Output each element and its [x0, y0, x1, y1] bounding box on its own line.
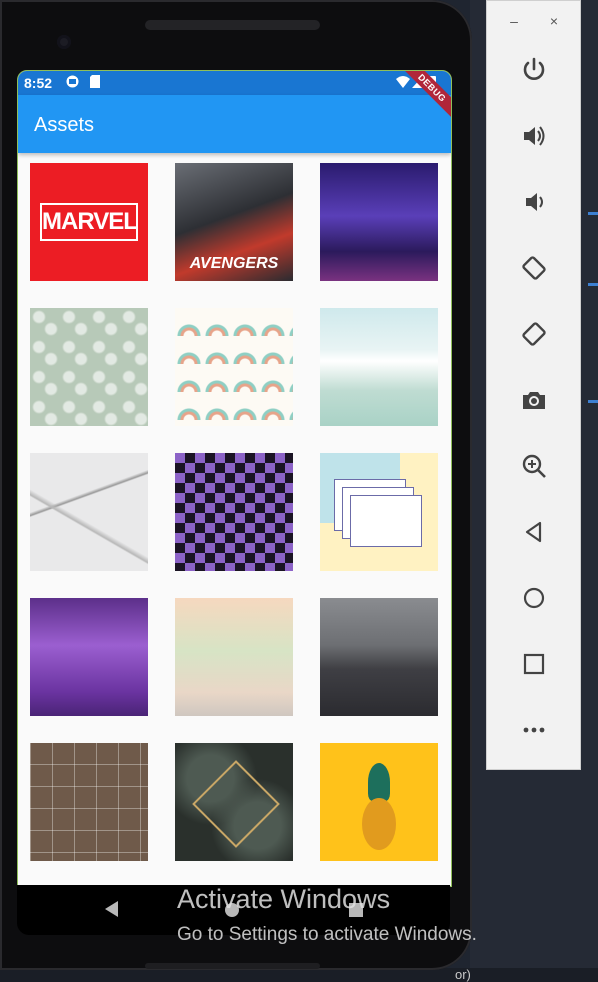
activate-windows-title: Activate Windows — [177, 884, 391, 914]
pineapple-leaves — [368, 763, 390, 801]
status-bar: 8:52 — [18, 71, 451, 95]
pineapple-fruit — [362, 798, 396, 850]
minimize-button[interactable]: – — [499, 6, 529, 36]
grid-image-pineapple[interactable] — [320, 743, 438, 861]
emulator-control-panel: – × — [486, 0, 581, 770]
grid-image-marvel[interactable]: MARVEL — [30, 163, 148, 281]
marvel-logo-text: MARVEL — [40, 203, 138, 241]
grid-image-gold-frame[interactable] — [175, 743, 293, 861]
ide-marker — [588, 283, 598, 286]
notification-icon — [66, 75, 79, 88]
sd-card-icon — [89, 75, 101, 88]
grid-image-leaf-pattern[interactable] — [30, 308, 148, 426]
grid-image-rainbow-pattern[interactable] — [175, 308, 293, 426]
app-bar: Assets — [18, 95, 451, 153]
grid-image-city-skyline[interactable] — [320, 308, 438, 426]
avengers-logo-text: AVENGERS — [189, 255, 279, 272]
page-title: Assets — [34, 114, 95, 136]
volume-up-icon[interactable] — [517, 119, 551, 153]
ide-status-bar — [0, 968, 598, 982]
grid-image-jungle-mural[interactable] — [175, 598, 293, 716]
phone-bottom-speaker — [145, 963, 320, 969]
overview-icon[interactable] — [517, 647, 551, 681]
camera-icon[interactable] — [517, 383, 551, 417]
ide-marker — [588, 400, 598, 403]
phone-speaker — [145, 20, 320, 30]
power-icon[interactable] — [517, 53, 551, 87]
rotate-right-icon[interactable] — [517, 317, 551, 351]
ide-marker — [588, 212, 598, 215]
home-icon[interactable] — [517, 581, 551, 615]
close-button[interactable]: × — [539, 6, 569, 36]
rotate-left-icon[interactable] — [517, 251, 551, 285]
status-time: 8:52 — [24, 75, 53, 91]
device-screen: 8:52 Assets DEBUG MARVEL AVENGERS — [17, 70, 452, 887]
grid-image-checker-room[interactable] — [175, 453, 293, 571]
grid-image-photo-wall[interactable] — [30, 743, 148, 861]
volume-down-icon[interactable] — [517, 185, 551, 219]
grid-image-avengers[interactable]: AVENGERS — [175, 163, 293, 281]
grid-image-purple-cactus[interactable] — [30, 598, 148, 716]
grid-image-retro-windows[interactable] — [320, 453, 438, 571]
activate-windows-subtitle: Go to Settings to activate Windows. — [177, 924, 477, 945]
back-icon[interactable] — [517, 515, 551, 549]
more-icon[interactable] — [517, 713, 551, 747]
grid-image-endgame[interactable] — [320, 163, 438, 281]
wifi-icon — [396, 75, 410, 88]
back-icon[interactable] — [105, 901, 118, 917]
grid-image-photo-collage[interactable] — [30, 453, 148, 571]
ide-status-text: or) — [455, 967, 471, 982]
window-art-frame — [350, 495, 422, 547]
grid-image-dark-room[interactable] — [320, 598, 438, 716]
zoom-icon[interactable] — [517, 449, 551, 483]
front-camera — [57, 35, 71, 49]
gold-frame-shape — [192, 760, 280, 848]
